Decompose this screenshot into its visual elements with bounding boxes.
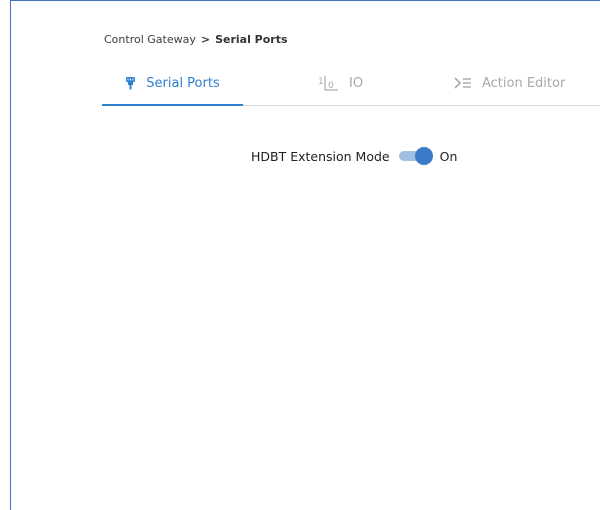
tab-bar: Serial Ports 1 0 IO Action Editor bbox=[102, 61, 600, 106]
tab-action-editor[interactable]: Action Editor bbox=[454, 61, 565, 105]
hdbt-extension-mode-row: HDBT Extension Mode On bbox=[251, 147, 457, 165]
hdbt-extension-mode-state: On bbox=[439, 148, 458, 164]
serial-port-icon bbox=[125, 76, 136, 90]
io-icon: 1 0 bbox=[317, 75, 339, 91]
breadcrumb-separator: > bbox=[200, 33, 211, 46]
breadcrumb-parent[interactable]: Control Gateway bbox=[104, 33, 196, 46]
hdbt-extension-mode-label: HDBT Extension Mode bbox=[251, 148, 390, 164]
content-panel: Control Gateway > Serial Ports Serial Port… bbox=[10, 0, 600, 510]
tab-io-label: IO bbox=[349, 75, 364, 91]
tab-action-editor-label: Action Editor bbox=[482, 75, 566, 91]
svg-text:0: 0 bbox=[328, 81, 334, 91]
breadcrumb-current: Serial Ports bbox=[215, 33, 288, 46]
hdbt-extension-mode-toggle[interactable] bbox=[398, 147, 433, 165]
tab-serial-ports-label: Serial Ports bbox=[146, 75, 220, 91]
svg-text:1: 1 bbox=[318, 77, 324, 87]
breadcrumb: Control Gateway > Serial Ports bbox=[104, 33, 288, 46]
tab-serial-ports[interactable]: Serial Ports bbox=[102, 61, 243, 106]
toggle-knob bbox=[414, 147, 433, 165]
action-editor-icon bbox=[454, 77, 472, 89]
active-tab-indicator bbox=[102, 104, 243, 106]
tab-io[interactable]: 1 0 IO bbox=[317, 61, 363, 105]
